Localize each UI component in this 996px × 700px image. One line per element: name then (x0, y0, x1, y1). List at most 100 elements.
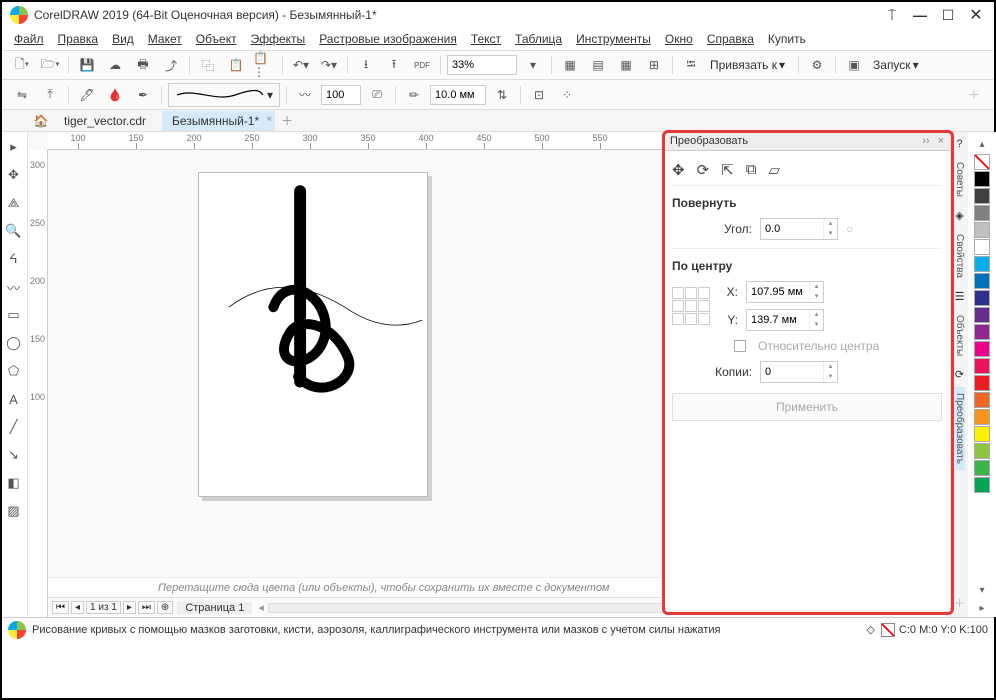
color-swatch[interactable] (974, 341, 990, 357)
menu-edit[interactable]: Правка (58, 32, 99, 46)
tab-hints[interactable]: Советы (954, 156, 965, 203)
y-input[interactable] (747, 310, 809, 330)
close-button[interactable]: ✕ (962, 4, 990, 26)
page-add-button[interactable]: ⊕ (157, 601, 173, 614)
color-swatch[interactable] (974, 188, 990, 204)
page-last-button[interactable]: ⏭ (138, 601, 155, 614)
shape-tool[interactable]: ✥ (3, 164, 25, 186)
ruler-vertical[interactable]: 300250200150100 (28, 150, 48, 617)
relative-checkbox[interactable] (734, 340, 746, 352)
crop-tool[interactable]: ⟁ (3, 192, 25, 214)
drop-shadow-tool[interactable]: ◧ (3, 472, 25, 494)
color-swatch[interactable] (974, 375, 990, 391)
spin-icon[interactable]: ⇅ (490, 84, 514, 106)
transparency-tool[interactable]: ▨ (3, 500, 25, 522)
tab-transform[interactable]: Преобразовать (954, 387, 965, 470)
dimension-tool[interactable]: ╱ (3, 416, 25, 438)
anchor-grid[interactable] (672, 287, 710, 325)
menu-window[interactable]: Окно (665, 32, 693, 46)
angle-down[interactable]: ▾ (823, 229, 837, 239)
pen-style3-button[interactable]: ✒ (131, 84, 155, 106)
smoothing-input[interactable] (321, 85, 361, 105)
page-first-button[interactable]: ⏮ (52, 601, 69, 614)
color-swatch[interactable] (974, 358, 990, 374)
transform-icon[interactable]: ⟳ (955, 368, 964, 381)
cloud-button[interactable]: ☁ (103, 54, 127, 76)
color-swatch[interactable] (974, 290, 990, 306)
menu-object[interactable]: Объект (196, 32, 237, 46)
save-button[interactable]: 💾 (75, 54, 99, 76)
transform-rotate-icon[interactable]: ⟳ (697, 161, 710, 179)
minimize-button[interactable]: — (906, 4, 934, 26)
tab-properties[interactable]: Свойства (954, 228, 965, 284)
transform-skew-icon[interactable]: ▱ (768, 161, 780, 179)
page-canvas[interactable] (198, 172, 428, 497)
color-swatch[interactable] (974, 256, 990, 272)
no-fill-swatch[interactable] (881, 623, 895, 637)
guides-button[interactable]: ▦ (614, 54, 638, 76)
paste-button[interactable]: 📋 (224, 54, 248, 76)
transform-scale-icon[interactable]: ⇱ (721, 161, 734, 179)
undo-button[interactable]: ↶▾ (289, 54, 313, 76)
x-input[interactable] (747, 282, 809, 302)
angle-up[interactable]: ▴ (823, 219, 837, 229)
color-swatch[interactable] (974, 171, 990, 187)
launch-dropdown[interactable]: Запуск▾ (870, 57, 926, 73)
rectangle-tool[interactable]: ▭ (3, 304, 25, 326)
color-swatch[interactable] (974, 392, 990, 408)
snap-to-dropdown[interactable]: Привязать к▾ (707, 57, 792, 73)
menu-text[interactable]: Текст (471, 32, 501, 46)
freehand-tool[interactable]: ᔦ (3, 248, 25, 270)
page-next-button[interactable]: ▸ (123, 601, 136, 614)
menu-bitmaps[interactable]: Растровые изображения (319, 32, 457, 46)
menu-buy[interactable]: Купить (768, 32, 806, 46)
add-tab-button[interactable]: ＋ (281, 112, 293, 129)
notify-icon[interactable]: ⍑ (878, 4, 906, 26)
grid-button[interactable]: ▤ (586, 54, 610, 76)
ellipse-tool[interactable]: ◯ (3, 332, 25, 354)
hints-icon[interactable]: ? (956, 138, 962, 150)
add-toolbar-button[interactable]: ＋ (962, 84, 986, 106)
mirror-h-button[interactable]: ⇋ (10, 84, 34, 106)
menu-help[interactable]: Справка (707, 32, 754, 46)
page-prev-button[interactable]: ◂ (71, 601, 84, 614)
color-swatch[interactable] (974, 222, 990, 238)
snap-button[interactable]: ⊞ (642, 54, 666, 76)
nib-size-input[interactable] (430, 85, 486, 105)
angle-input[interactable] (761, 219, 823, 239)
tab-objects[interactable]: Объекты (954, 309, 965, 362)
color-swatch[interactable] (974, 239, 990, 255)
text-tool[interactable]: A (3, 388, 25, 410)
snap-options-button[interactable]: ⭾ (679, 54, 703, 76)
open-button[interactable]: 🗁▾ (38, 54, 62, 76)
color-swatch[interactable] (974, 443, 990, 459)
page-tab-1[interactable]: Страница 1 (177, 602, 252, 614)
docker-close-icon[interactable]: × (938, 135, 944, 147)
export2-button[interactable]: ⭱ (382, 54, 406, 76)
home-tab[interactable]: 🏠 (28, 114, 54, 128)
palette-flyout-button[interactable]: ▸ (979, 603, 984, 614)
polygon-tool[interactable]: ⬠ (3, 360, 25, 382)
color-swatch[interactable] (974, 307, 990, 323)
mirror-v-button[interactable]: ⤒ (38, 84, 62, 106)
artistic-media-tool[interactable]: 〰 (3, 276, 25, 298)
menu-layout[interactable]: Макет (148, 32, 182, 46)
menu-tools[interactable]: Инструменты (576, 32, 651, 46)
launch-icon[interactable]: ▣ (842, 54, 866, 76)
options-button[interactable]: ⚙ (805, 54, 829, 76)
menu-view[interactable]: Вид (112, 32, 134, 46)
stroke-preset-dropdown[interactable]: ▾ (168, 83, 280, 107)
tab-untitled[interactable]: Безымянный-1*× (162, 111, 275, 131)
menu-file[interactable]: Файл (14, 32, 44, 46)
copies-input[interactable] (761, 362, 823, 382)
transform-position-icon[interactable]: ✥ (672, 161, 685, 179)
connector-tool[interactable]: ↘ (3, 444, 25, 466)
palette-down-button[interactable]: ▾ (979, 585, 984, 596)
no-color-swatch[interactable] (974, 154, 990, 170)
color-swatch[interactable] (974, 477, 990, 493)
zoom-tool[interactable]: 🔍 (3, 220, 25, 242)
color-swatch[interactable] (974, 205, 990, 221)
direction-radio[interactable]: ○ (846, 222, 853, 236)
color-swatch[interactable] (974, 409, 990, 425)
pick-tool[interactable]: ▸ (3, 136, 25, 158)
